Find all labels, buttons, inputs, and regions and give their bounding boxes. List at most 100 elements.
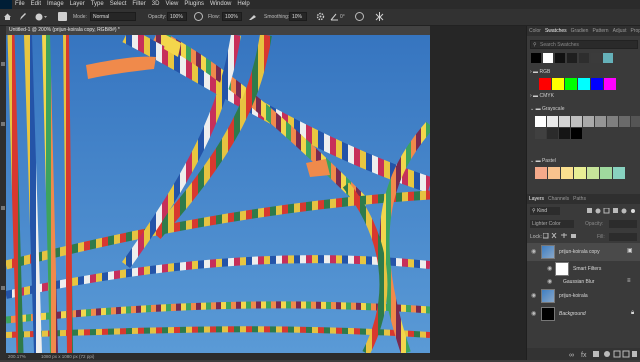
color-swatch[interactable] xyxy=(535,128,546,139)
menu-help[interactable]: Help xyxy=(234,0,252,9)
color-swatch[interactable] xyxy=(591,78,603,90)
tab-channels[interactable]: Channels xyxy=(546,194,571,204)
menu-filter[interactable]: Filter xyxy=(129,0,148,9)
color-swatch[interactable] xyxy=(547,128,558,139)
color-swatch[interactable] xyxy=(571,128,582,139)
smoothing-field[interactable]: 10% xyxy=(289,12,307,21)
tool-slot[interactable] xyxy=(1,122,5,126)
color-swatch[interactable] xyxy=(548,167,560,179)
layer-row[interactable]: ◉ Gaussian Blur ≡ xyxy=(527,277,640,287)
pressure-opacity-icon[interactable] xyxy=(194,12,203,21)
menu-image[interactable]: Image xyxy=(44,0,67,9)
airbrush-icon[interactable] xyxy=(248,12,257,21)
layer-row[interactable]: ◉ prijun-koirala copy ▣ xyxy=(527,243,640,261)
color-swatch[interactable] xyxy=(543,53,553,63)
tab-adjustments[interactable]: Adjust xyxy=(611,26,629,36)
color-swatch[interactable] xyxy=(604,78,616,90)
color-swatch[interactable] xyxy=(552,78,564,90)
color-swatch[interactable] xyxy=(578,78,590,90)
opacity-field[interactable]: 100% xyxy=(167,12,187,21)
layer-name[interactable]: Smart Filters xyxy=(573,266,601,272)
layer-row[interactable]: ◉ Smart Filters xyxy=(527,261,640,277)
menu-window[interactable]: Window xyxy=(207,0,234,9)
color-swatch[interactable] xyxy=(565,78,577,90)
eye-icon[interactable]: ◉ xyxy=(547,278,552,285)
color-swatch[interactable] xyxy=(555,53,565,63)
menu-plugins[interactable]: Plugins xyxy=(181,0,207,9)
color-swatch[interactable] xyxy=(547,116,558,127)
brush-tool-icon[interactable] xyxy=(18,12,27,21)
tool-slot[interactable] xyxy=(1,206,5,210)
tab-color[interactable]: Color xyxy=(527,26,543,36)
document-tab[interactable]: Untitled-1 @ 200% (prijun-koirala copy, … xyxy=(6,26,430,35)
swatch-group-cmyk[interactable]: › ▬ CMYK xyxy=(530,92,638,100)
tab-properties[interactable]: Propert xyxy=(628,26,640,36)
layer-name[interactable]: prijun-koirala xyxy=(559,293,588,299)
eye-icon[interactable]: ◉ xyxy=(531,310,536,317)
color-swatch[interactable] xyxy=(579,53,589,63)
layer-filter-kind[interactable]: ⚲ Kind xyxy=(530,207,560,215)
fill-field[interactable] xyxy=(609,233,637,241)
tab-patterns[interactable]: Pattern xyxy=(590,26,610,36)
tab-paths[interactable]: Paths xyxy=(571,194,588,204)
color-swatch[interactable] xyxy=(539,78,551,90)
pressure-size-icon[interactable] xyxy=(355,12,364,21)
tool-slot[interactable] xyxy=(1,286,5,290)
flow-field[interactable]: 100% xyxy=(222,12,242,21)
gear-icon[interactable] xyxy=(316,12,325,21)
color-swatch[interactable] xyxy=(531,53,541,63)
eye-icon[interactable]: ◉ xyxy=(547,265,552,272)
color-swatch[interactable] xyxy=(591,53,601,63)
layer-name[interactable]: prijun-koirala copy xyxy=(559,249,600,255)
color-swatch[interactable] xyxy=(600,167,612,179)
swatch-group-grayscale[interactable]: ⌄ ▬ Grayscale xyxy=(530,105,638,113)
tab-gradients[interactable]: Gradien xyxy=(569,26,591,36)
color-swatch[interactable] xyxy=(619,116,630,127)
menu-edit[interactable]: Edit xyxy=(28,0,44,9)
blend-mode-select[interactable]: Lighter Color xyxy=(530,220,574,228)
eye-icon[interactable]: ◉ xyxy=(531,292,536,299)
eye-icon[interactable]: ◉ xyxy=(531,248,536,255)
layer-name[interactable]: Background xyxy=(559,311,586,317)
menu-type[interactable]: Type xyxy=(88,0,107,9)
color-swatch[interactable] xyxy=(574,167,586,179)
mode-select[interactable]: Normal xyxy=(90,12,136,21)
swatch-group-rgb[interactable]: › ▬ RGB xyxy=(530,68,638,76)
angle-field[interactable]: 0° xyxy=(340,12,345,22)
menu-select[interactable]: Select xyxy=(107,0,130,9)
color-swatch[interactable] xyxy=(583,116,594,127)
color-swatch[interactable] xyxy=(559,116,570,127)
filter-options-icon[interactable]: ≡ xyxy=(627,278,631,284)
color-swatch[interactable] xyxy=(603,53,613,63)
color-swatch[interactable] xyxy=(567,53,577,63)
menu-layer[interactable]: Layer xyxy=(67,0,88,9)
brush-preset-picker[interactable] xyxy=(33,12,49,22)
lock-icons[interactable] xyxy=(542,232,583,239)
menu-3d[interactable]: 3D xyxy=(149,0,163,9)
symmetry-icon[interactable] xyxy=(375,12,384,21)
color-swatch[interactable] xyxy=(587,167,599,179)
tab-swatches[interactable]: Swatches xyxy=(543,26,569,36)
swatch-search-field[interactable]: ⚲ Search Swatches xyxy=(530,40,638,49)
brush-settings-icon[interactable] xyxy=(58,12,67,21)
color-swatch[interactable] xyxy=(561,167,573,179)
tab-layers[interactable]: Layers xyxy=(527,194,546,204)
layer-opacity-field[interactable] xyxy=(609,220,637,228)
swatch-group-pastel[interactable]: ⌄ ▬ Pastel xyxy=(530,157,638,165)
menu-file[interactable]: File xyxy=(12,0,28,9)
image-canvas[interactable] xyxy=(6,35,430,353)
color-swatch[interactable] xyxy=(607,116,618,127)
color-swatch[interactable] xyxy=(613,167,625,179)
layer-name[interactable]: Gaussian Blur xyxy=(563,279,594,285)
home-icon[interactable] xyxy=(3,12,12,21)
color-swatch[interactable] xyxy=(559,128,570,139)
color-swatch[interactable] xyxy=(571,116,582,127)
color-swatch[interactable] xyxy=(631,116,640,127)
tool-slot[interactable] xyxy=(1,62,5,66)
layer-row[interactable]: ◉ prijun-koirala xyxy=(527,287,640,305)
menu-view[interactable]: View xyxy=(162,0,181,9)
zoom-level[interactable]: 200.17% xyxy=(8,354,26,359)
color-swatch[interactable] xyxy=(595,116,606,127)
color-swatch[interactable] xyxy=(535,167,547,179)
color-swatch[interactable] xyxy=(535,116,546,127)
